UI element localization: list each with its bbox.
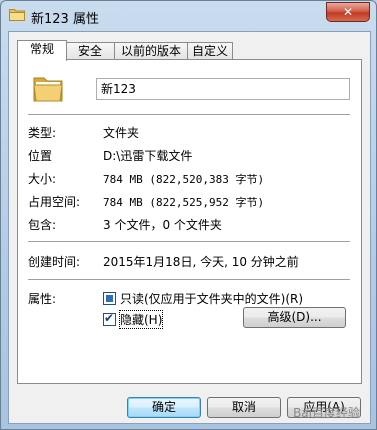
created-value: 2015年1月18日, 今天, 10 分钟之前 [103,255,299,269]
separator [28,279,350,281]
close-icon: ✕ [342,5,354,19]
attributes-label: 属性: [28,292,57,306]
separator [28,114,350,116]
folder-icon [9,9,25,21]
folder-name-input[interactable] [96,78,350,100]
title-bar[interactable]: 新123 属性 ✕ [1,1,376,31]
properties-window: 新123 属性 ✕ 常规 安全 以前的版本 自定义 类型: 文件夹 位置 D:\… [0,0,377,430]
window-title: 新123 属性 [31,12,99,27]
cancel-button[interactable]: 取消 [207,397,281,418]
type-label: 类型: [28,126,57,140]
type-value: 文件夹 [103,126,140,140]
tab-general[interactable]: 常规 [17,40,67,61]
hidden-label[interactable]: 隐藏(H) [118,310,164,329]
separator [28,241,350,243]
readonly-label[interactable]: 只读(仅应用于文件夹中的文件)(R) [120,290,303,307]
dialog-client-area: 常规 安全 以前的版本 自定义 类型: 文件夹 位置 D:\迅雷下载文件 大小:… [8,31,371,424]
contains-value: 3 个文件，0 个文件夹 [103,218,222,232]
location-label: 位置 [28,149,53,163]
tab-customize[interactable]: 自定义 [187,42,233,60]
checkmark-icon: ✔ [104,311,115,325]
general-tab-panel: 类型: 文件夹 位置 D:\迅雷下载文件 大小: 784 MB (822,520… [17,59,362,384]
close-button[interactable]: ✕ [326,2,370,22]
contains-label: 包含: [28,218,57,232]
disk-size-label: 占用空间: [28,195,81,209]
created-label: 创建时间: [28,255,81,269]
tab-security[interactable]: 安全 [65,42,115,60]
location-value: D:\迅雷下载文件 [103,149,193,163]
size-value: 784 MB (822,520,383 字节) [103,173,265,186]
size-label: 大小: [28,172,57,186]
watermark: Bai百度经验 [293,406,360,420]
advanced-button[interactable]: 高级(D)... [243,307,346,328]
readonly-checkbox[interactable] [103,292,116,305]
disk-size-value: 784 MB (822,525,952 字节) [103,196,265,209]
tab-previous-versions[interactable]: 以前的版本 [114,42,188,60]
large-folder-icon [33,77,63,102]
ok-button[interactable]: 确定 [127,397,201,418]
hidden-checkbox[interactable]: ✔ [103,311,116,326]
